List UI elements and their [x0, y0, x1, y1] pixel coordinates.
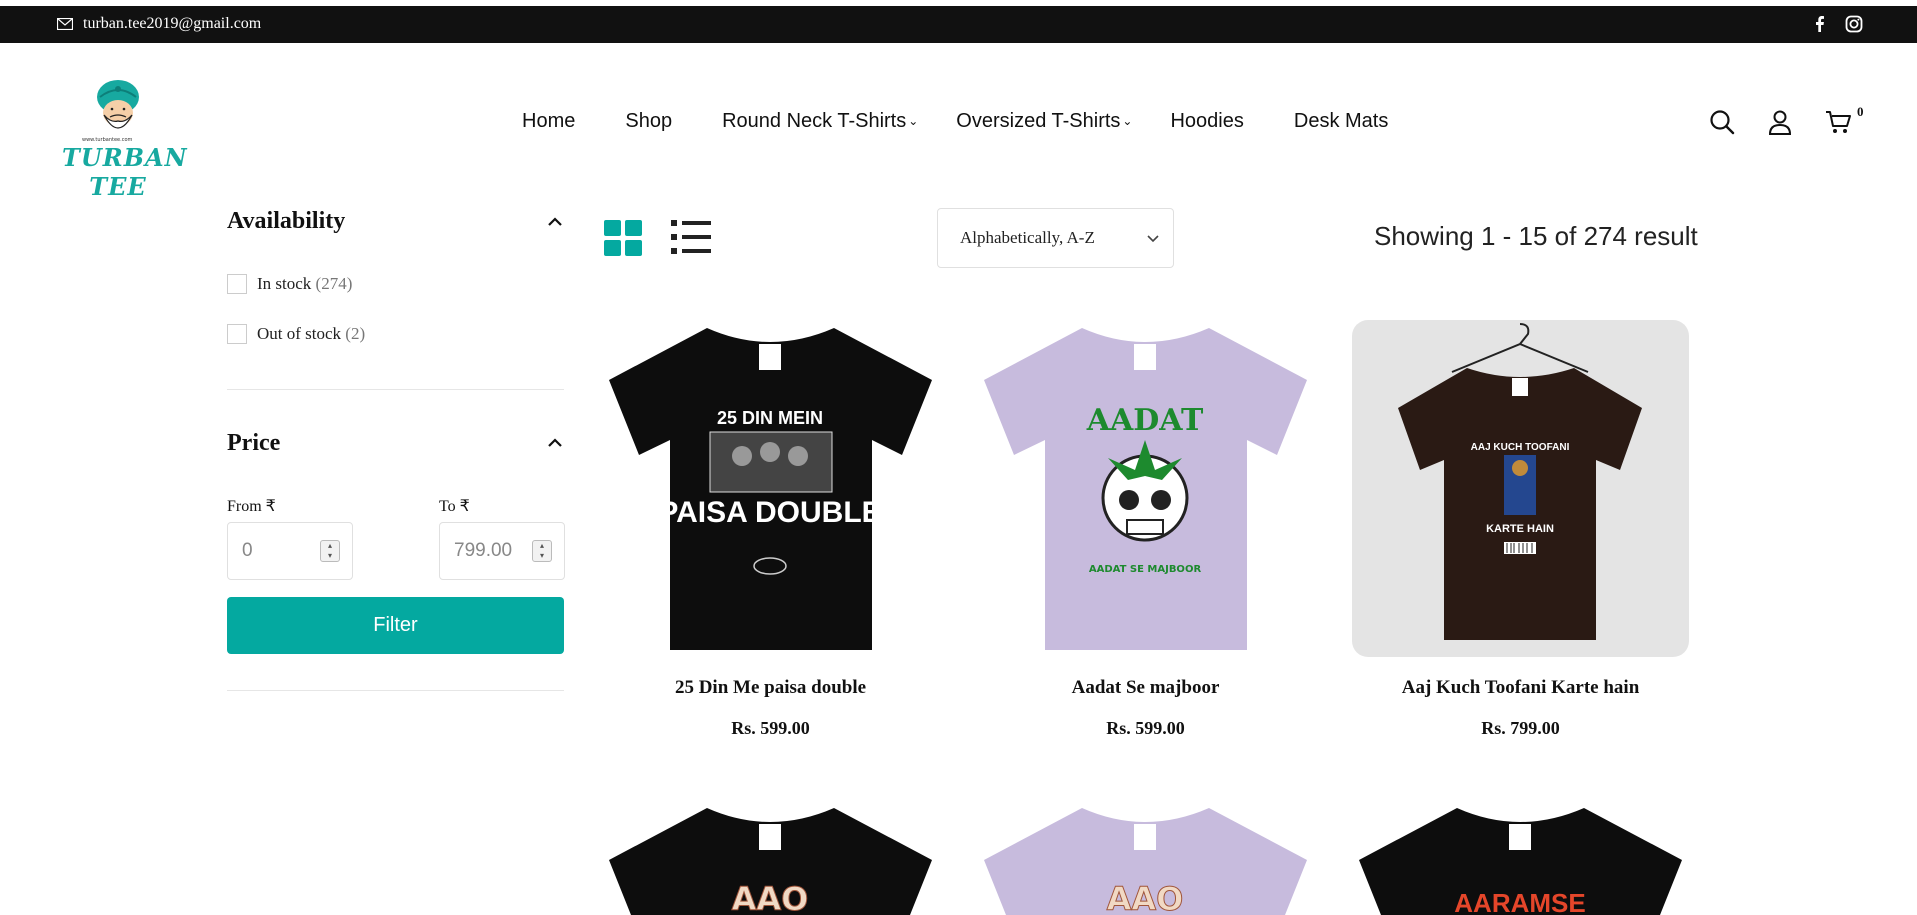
- chevron-down-icon: ⌄: [908, 113, 919, 128]
- product-card[interactable]: 25 DIN MEIN PAISA DOUBLE 25 Din Me paisa…: [602, 320, 939, 739]
- filter-button[interactable]: Filter: [227, 597, 564, 654]
- price-to-placeholder: 799.00: [454, 540, 513, 561]
- cart-icon[interactable]: 0: [1824, 104, 1864, 136]
- nav-label: Shop: [625, 110, 673, 132]
- in-stock-option[interactable]: In stock (274): [227, 274, 352, 294]
- search-icon[interactable]: [1708, 108, 1736, 136]
- product-card[interactable]: AAJ KUCH TOOFANI KARTE HAIN Aaj Kuch Too…: [1352, 320, 1689, 739]
- logo-text: TURBAN TEE: [62, 143, 188, 201]
- divider: [227, 389, 564, 390]
- nav-round-neck[interactable]: Round Neck T-Shirts ⌄: [722, 110, 918, 133]
- brand-logo[interactable]: www.turbantee.com TURBAN TEE: [62, 75, 187, 201]
- chevron-down-icon: ⌄: [1122, 113, 1133, 128]
- nav-label: Oversized T-Shirts: [956, 110, 1121, 132]
- product-card[interactable]: AAO: [602, 800, 939, 915]
- mail-icon: [57, 18, 73, 30]
- divider: [227, 690, 564, 691]
- print-text-bottom: PAISA DOUBLE: [658, 496, 881, 529]
- nav-home[interactable]: Home: [522, 110, 575, 133]
- print-text-top: AARAMSE: [1454, 888, 1585, 915]
- chevron-up-icon[interactable]: [546, 434, 564, 452]
- in-stock-checkbox[interactable]: [227, 274, 247, 294]
- price-to-label: To ₹: [439, 498, 470, 515]
- price-from-placeholder: 0: [242, 540, 253, 561]
- option-count: (2): [345, 324, 366, 343]
- product-price: Rs. 599.00: [1106, 718, 1185, 738]
- product-image[interactable]: AAO: [977, 800, 1314, 915]
- price-from-label: From ₹: [227, 498, 276, 515]
- nav-shop[interactable]: Shop: [625, 110, 672, 133]
- print-text-bottom: KARTE HAIN: [1486, 523, 1554, 535]
- out-of-stock-label: Out of stock (2): [257, 324, 365, 344]
- out-of-stock-checkbox[interactable]: [227, 324, 247, 344]
- product-title[interactable]: 25 Din Me paisa double: [602, 677, 939, 699]
- product-image[interactable]: AADAT AADAT SE MAJBOOR: [977, 320, 1314, 657]
- print-text-top: 25 DIN MEIN: [717, 408, 823, 428]
- instagram-icon[interactable]: [1845, 15, 1863, 33]
- product-image[interactable]: AARAMSE: [1352, 800, 1689, 915]
- chevron-up-icon[interactable]: [546, 213, 564, 231]
- cart-count: 0: [1857, 104, 1864, 119]
- product-title[interactable]: Aadat Se majboor: [977, 677, 1314, 699]
- nav-label: Desk Mats: [1293, 110, 1389, 132]
- stepper-icon[interactable]: ▴ ▾: [532, 540, 552, 562]
- contact-email[interactable]: turban.tee2019@gmail.com: [57, 15, 261, 33]
- nav-oversized[interactable]: Oversized T-Shirts ⌄: [956, 110, 1132, 133]
- facebook-icon[interactable]: [1811, 15, 1829, 33]
- print-text-top: AADAT: [1086, 403, 1204, 438]
- product-price: Rs. 599.00: [731, 718, 810, 738]
- product-price: Rs. 799.00: [1481, 718, 1560, 738]
- nav-label: Round Neck T-Shirts: [722, 110, 907, 132]
- product-image[interactable]: AAJ KUCH TOOFANI KARTE HAIN: [1352, 320, 1689, 657]
- price-from-input[interactable]: 0 ▴ ▾: [227, 522, 353, 580]
- product-image[interactable]: AAO: [602, 800, 939, 915]
- product-card[interactable]: AADAT AADAT SE MAJBOOR Aadat Se majboor …: [977, 320, 1314, 739]
- account-icon[interactable]: [1766, 108, 1794, 136]
- product-card[interactable]: AAO: [977, 800, 1314, 915]
- print-text-top: AAO: [732, 880, 809, 915]
- price-to-input[interactable]: 799.00 ▴ ▾: [439, 522, 565, 580]
- top-bar: turban.tee2019@gmail.com: [0, 6, 1917, 43]
- sort-select[interactable]: Alphabetically, A-Z: [937, 208, 1174, 268]
- product-image[interactable]: 25 DIN MEIN PAISA DOUBLE: [602, 320, 939, 657]
- print-text-top: AAO: [1107, 880, 1184, 915]
- list-view-icon[interactable]: [671, 220, 711, 254]
- print-text-top: AAJ KUCH TOOFANI: [1471, 442, 1570, 453]
- availability-heading[interactable]: Availability: [227, 208, 345, 235]
- option-label: In stock: [257, 274, 312, 293]
- sort-value: Alphabetically, A-Z: [960, 228, 1095, 247]
- nav-hoodies[interactable]: Hoodies: [1170, 110, 1243, 133]
- grid-view-icon[interactable]: [604, 220, 642, 256]
- out-of-stock-option[interactable]: Out of stock (2): [227, 324, 365, 344]
- print-text-bottom: AADAT SE MAJBOOR: [1089, 564, 1202, 575]
- main-nav: Home Shop Round Neck T-Shirts ⌄ Oversized…: [522, 110, 1388, 133]
- result-count: Showing 1 - 15 of 274 result: [1374, 221, 1698, 251]
- price-heading[interactable]: Price: [227, 430, 280, 457]
- chevron-down-icon: [1145, 230, 1161, 246]
- nav-desk-mats[interactable]: Desk Mats: [1294, 110, 1388, 133]
- stepper-icon[interactable]: ▴ ▾: [320, 540, 340, 562]
- product-title[interactable]: Aaj Kuch Toofani Karte hain: [1352, 677, 1689, 699]
- in-stock-label: In stock (274): [257, 274, 352, 294]
- nav-label: Home: [522, 110, 576, 132]
- email-text: turban.tee2019@gmail.com: [83, 15, 262, 32]
- nav-label: Hoodies: [1170, 110, 1244, 132]
- option-count: (274): [315, 274, 353, 293]
- turban-logo-icon: [97, 80, 139, 129]
- product-card[interactable]: AARAMSE: [1352, 800, 1689, 915]
- option-label: Out of stock: [257, 324, 342, 343]
